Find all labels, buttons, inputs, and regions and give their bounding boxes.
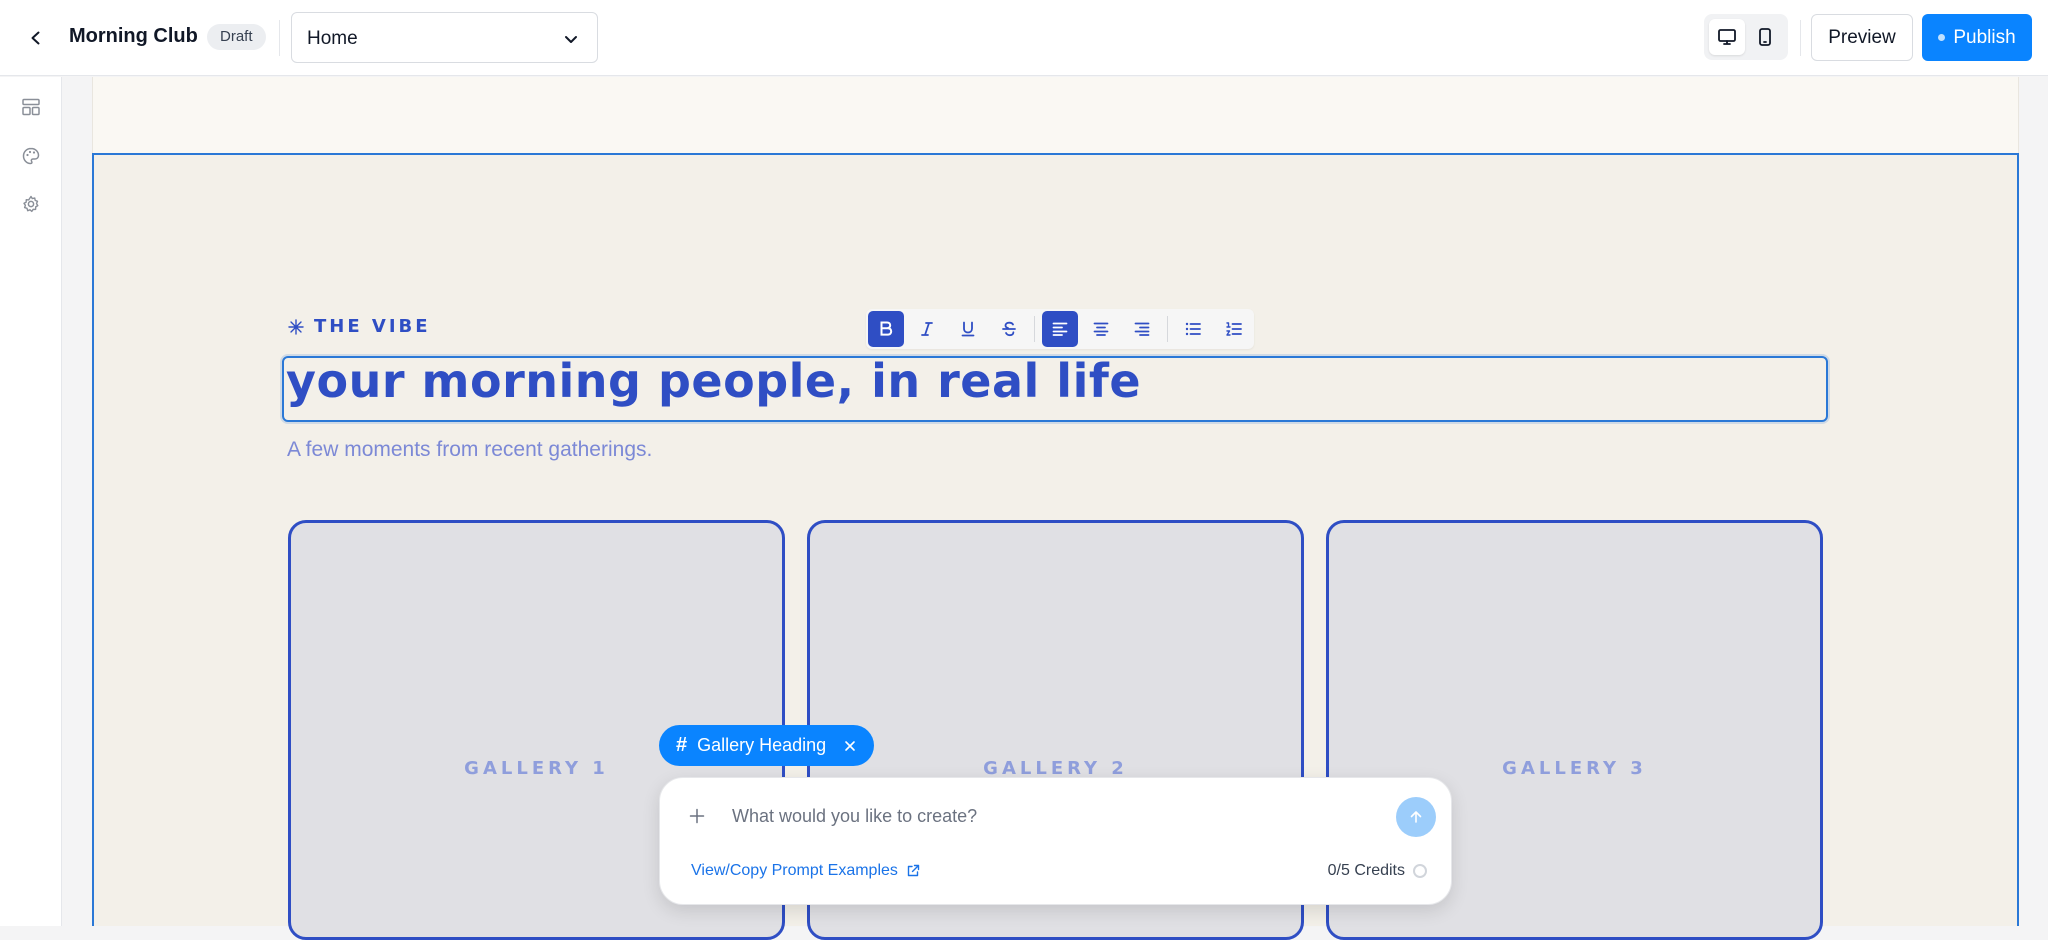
send-button[interactable] <box>1396 797 1436 837</box>
divider <box>279 20 280 56</box>
numbered-list-icon <box>1226 322 1242 336</box>
phone-icon <box>1759 28 1771 46</box>
desktop-view-button[interactable] <box>1709 19 1745 55</box>
context-chip[interactable]: # Gallery Heading <box>659 725 875 766</box>
sections-button[interactable] <box>16 92 46 122</box>
top-bar: Morning Club Draft Home Preview Publish <box>0 0 2048 76</box>
credits-indicator: 0/5 Credits <box>1328 862 1427 880</box>
formatting-toolbar <box>866 309 1254 349</box>
gallery-card-label: GALLERY 2 <box>983 758 1128 779</box>
prompt-examples-label: View/Copy Prompt Examples <box>691 862 898 879</box>
close-chip-button[interactable] <box>844 740 856 752</box>
align-right-button[interactable] <box>1124 311 1160 347</box>
strikethrough-button[interactable] <box>991 311 1027 347</box>
strikethrough-icon <box>1002 321 1016 337</box>
toolbar-divider <box>1034 316 1035 342</box>
sparkle-icon <box>288 318 304 335</box>
context-chip-label: Gallery Heading <box>697 735 827 755</box>
align-left-icon <box>1052 322 1068 336</box>
left-rail <box>0 77 62 926</box>
gear-icon <box>23 195 39 213</box>
publish-label: Publish <box>1953 26 2016 48</box>
plus-icon <box>689 808 705 824</box>
external-link-icon <box>907 864 920 877</box>
palette-icon <box>22 147 40 165</box>
theme-button[interactable] <box>16 141 46 171</box>
status-dot <box>1938 34 1946 41</box>
italic-icon <box>921 322 933 336</box>
align-right-icon <box>1134 322 1150 336</box>
device-toggle <box>1704 14 1788 60</box>
eyebrow[interactable]: THE VIBE <box>288 316 431 337</box>
underline-icon <box>961 321 975 337</box>
numbered-list-button[interactable] <box>1216 311 1252 347</box>
site-name: Morning Club <box>69 25 198 47</box>
bullet-list-icon <box>1185 322 1201 336</box>
ai-prompt-box: View/Copy Prompt Examples 0/5 Credits <box>659 777 1452 905</box>
credits-ring-icon <box>1413 864 1427 878</box>
add-attachment-button[interactable] <box>686 805 708 827</box>
divider <box>1800 20 1801 56</box>
monitor-icon <box>1718 29 1736 45</box>
eyebrow-text: THE VIBE <box>314 316 431 337</box>
bold-button[interactable] <box>868 311 904 347</box>
align-left-button[interactable] <box>1042 311 1078 347</box>
layout-icon <box>22 98 40 116</box>
chevron-down-icon <box>565 36 577 43</box>
underline-button[interactable] <box>950 311 986 347</box>
bold-icon <box>880 321 893 336</box>
prompt-examples-link[interactable]: View/Copy Prompt Examples <box>691 862 920 880</box>
page-select-value: Home <box>307 28 358 49</box>
section-subheading[interactable]: A few moments from recent gatherings. <box>287 438 652 462</box>
settings-button[interactable] <box>16 189 46 219</box>
previous-section[interactable] <box>92 77 2019 153</box>
back-button[interactable] <box>22 24 50 52</box>
toolbar-divider <box>1167 316 1168 342</box>
chevron-left-icon <box>31 31 40 45</box>
mobile-view-button[interactable] <box>1747 19 1783 55</box>
italic-button[interactable] <box>909 311 945 347</box>
bullet-list-button[interactable] <box>1175 311 1211 347</box>
align-center-icon <box>1093 322 1109 336</box>
publish-button[interactable]: Publish <box>1922 14 2032 61</box>
gallery-card-label: GALLERY 3 <box>1502 758 1647 779</box>
credits-label: 0/5 Credits <box>1327 862 1405 879</box>
prompt-input[interactable] <box>732 800 1382 832</box>
arrow-up-icon <box>1410 811 1422 823</box>
page-select[interactable]: Home <box>291 12 598 63</box>
section-heading[interactable]: your morning people, in real life <box>286 354 1141 408</box>
status-badge: Draft <box>207 24 266 50</box>
preview-button[interactable]: Preview <box>1811 14 1913 61</box>
hash-icon: # <box>676 734 688 756</box>
close-icon <box>845 740 856 751</box>
align-center-button[interactable] <box>1083 311 1119 347</box>
